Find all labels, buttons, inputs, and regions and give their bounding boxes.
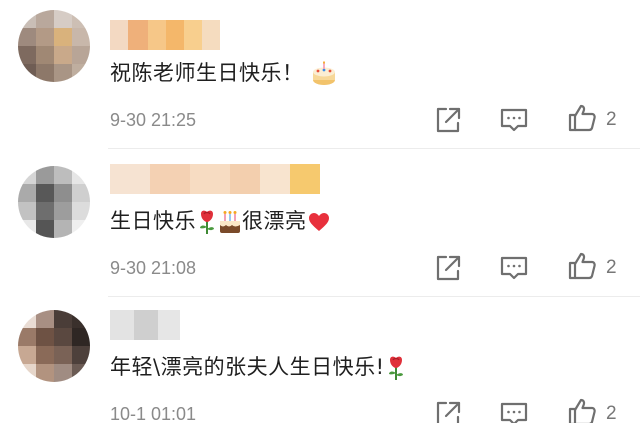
share-button[interactable]: [432, 252, 464, 284]
like-count: 2: [606, 403, 617, 423]
comment-item: 生日快乐 很漂亮 9-30 21:08 2: [0, 150, 640, 298]
username-blurred[interactable]: [110, 310, 180, 340]
thumbs-up-icon: [568, 104, 596, 132]
share-icon: [436, 107, 461, 133]
comment-item: 祝陈老师生日快乐！ 9-30 21:25 2: [0, 0, 640, 150]
reply-button[interactable]: [498, 398, 530, 423]
rose-icon: [200, 210, 214, 234]
like-button[interactable]: [566, 250, 598, 282]
thumbs-up-icon: [568, 252, 596, 280]
thumbs-up-icon: [568, 398, 596, 423]
comment-timestamp: 10-1 01:01: [110, 404, 197, 423]
share-button[interactable]: [432, 104, 464, 136]
avatar[interactable]: [18, 10, 90, 82]
birthday-cake-icon: [312, 61, 335, 85]
like-count: 2: [606, 109, 617, 130]
share-button[interactable]: [432, 398, 464, 423]
comment-text: 祝陈老师生日快乐！: [110, 58, 337, 88]
comment-body: 祝陈老师生日快乐！: [110, 61, 304, 85]
comment-icon: [500, 108, 528, 132]
comment-icon: [500, 256, 528, 280]
like-button[interactable]: [566, 396, 598, 423]
comment-text: 生日快乐 很漂亮: [110, 206, 331, 236]
rose-icon: [388, 356, 403, 380]
reply-button[interactable]: [498, 252, 530, 284]
avatar[interactable]: [18, 166, 90, 238]
like-button[interactable]: [566, 102, 598, 134]
comment-icon: [500, 402, 528, 423]
heart-icon: [308, 213, 329, 231]
share-icon: [436, 401, 461, 423]
reply-button[interactable]: [498, 104, 530, 136]
divider: [108, 148, 640, 149]
cake-icon: [220, 211, 240, 233]
comment-body: 年轻\漂亮的张夫人生日快乐!: [110, 355, 385, 379]
divider: [108, 296, 640, 297]
comment-timestamp: 9-30 21:08: [110, 258, 197, 278]
avatar[interactable]: [18, 310, 90, 382]
username-blurred[interactable]: [110, 164, 320, 194]
comment-body-part1: 生日快乐: [110, 209, 196, 233]
like-count: 2: [606, 257, 617, 278]
comment-list: 祝陈老师生日快乐！ 9-30 21:25 2 生日快乐 很漂亮 9-30 21:…: [0, 0, 640, 423]
comment-text: 年轻\漂亮的张夫人生日快乐!: [110, 352, 407, 382]
username-blurred[interactable]: [110, 20, 220, 50]
share-icon: [436, 255, 461, 281]
comment-timestamp: 9-30 21:25: [110, 110, 197, 130]
comment-item: 年轻\漂亮的张夫人生日快乐! 10-1 01:01 2: [0, 298, 640, 423]
comment-body-part2: 很漂亮: [242, 209, 307, 233]
